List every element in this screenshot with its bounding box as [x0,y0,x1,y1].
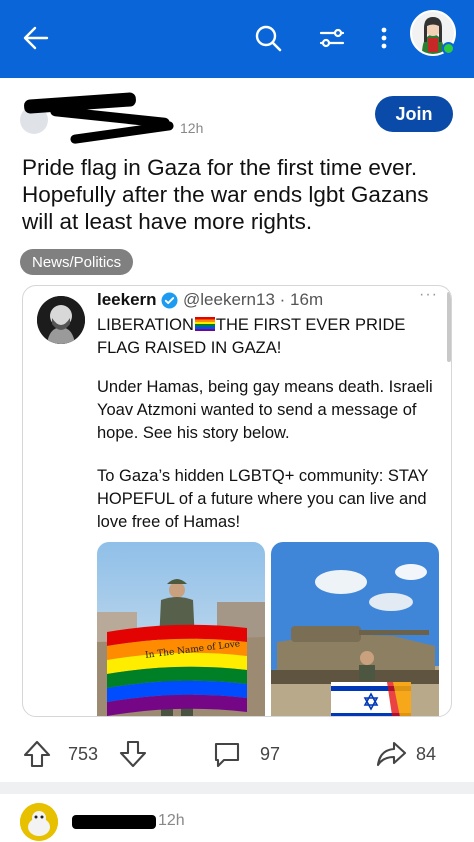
tweet-image-card[interactable]: leekern @leekern13 · 16m ··· LIBERATION T… [22,285,452,717]
more-vertical-icon[interactable] [364,18,404,58]
tweet-paragraph-2: Under Hamas, being gay means death. Isra… [97,378,433,442]
filter-icon[interactable] [312,18,352,58]
comment-icon[interactable] [210,737,244,771]
comment-avatar[interactable] [20,803,58,841]
share-count: 84 [416,744,437,764]
share-icon[interactable] [374,737,408,771]
redacted-comment-username [72,815,156,829]
israeli-flag [331,682,411,716]
section-divider [0,782,474,794]
comment-time: 12h [158,812,185,829]
tweet-author-name: leekern [97,290,157,309]
photo-tank-israeli-flag[interactable] [271,542,439,716]
upvote-icon[interactable] [20,737,54,771]
post-title[interactable]: Pride flag in Gaza for the first time ev… [22,154,462,235]
post-flair[interactable]: News/Politics [20,249,134,275]
photo-soldier-pride-flag[interactable]: In The Name of Love [97,542,265,716]
card-scrollbar [447,292,451,362]
tweet-avatar [37,296,85,344]
post-time: 12h [180,120,204,136]
app-bar [0,0,474,78]
verified-badge-icon [161,292,178,309]
tweet-paragraph-3: To Gaza’s hidden LGBTQ+ community: STAY … [97,467,429,531]
rainbow-flag [107,624,247,716]
search-icon[interactable] [248,18,288,58]
rainbow-flag-icon [194,317,215,331]
comment-count: 97 [260,744,281,764]
post-action-bar: 753 97 84 [0,725,474,781]
tweet-more-icon: ··· [419,286,438,303]
upvote-count: 753 [68,744,99,764]
back-arrow-icon[interactable] [16,18,56,58]
downvote-icon[interactable] [116,737,150,771]
tweet-line-2: FLAG RAISED IN GAZA! [97,339,282,357]
tweet-line-1: LIBERATION THE FIRST EVER PRIDE [97,316,406,334]
online-status-dot [442,42,455,55]
join-button[interactable]: Join [375,96,453,132]
redacted-mark [69,120,175,145]
tweet-handle: @leekern13 · 16m [183,290,324,309]
